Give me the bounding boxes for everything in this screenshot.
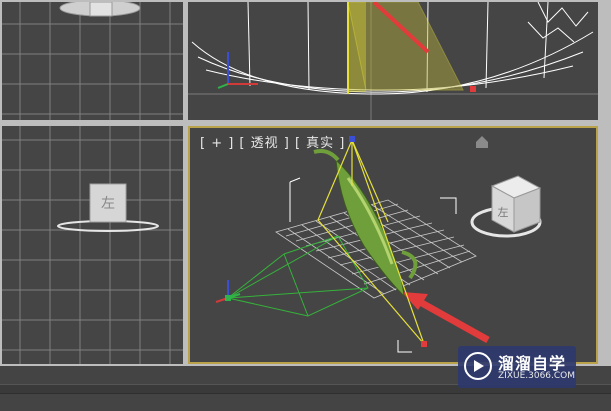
top-viewport-grid (2, 2, 183, 120)
perspective-viewport-scene: 左 (215, 136, 542, 353)
view-cube-left[interactable]: 左 (57, 183, 159, 232)
light-target-handle[interactable] (470, 86, 476, 92)
camera-frustum (227, 235, 369, 317)
front-viewport-scene (188, 2, 598, 120)
view-cube-persp[interactable]: 左 (470, 175, 542, 238)
light-target-handle-persp[interactable] (421, 341, 427, 347)
top-viewport[interactable] (2, 2, 183, 120)
play-logo-icon (464, 352, 492, 380)
selection-highlight (347, 2, 464, 94)
watermark: 溜溜自学 ZIXUE.3066.COM (458, 346, 576, 388)
viewport-label[interactable]: [ + ] [ 透视 ] [ 真实 ] (200, 132, 345, 151)
front-viewport[interactable] (188, 2, 598, 120)
left-viewport[interactable]: 左 (2, 126, 183, 364)
home-icon[interactable] (476, 136, 488, 148)
view-cube-top[interactable] (59, 2, 141, 17)
watermark-url: ZIXUE.3066.COM (498, 371, 576, 381)
axis-gizmo-front (217, 52, 258, 89)
view-cube-face-label: 左 (101, 196, 115, 212)
left-viewport-grid: 左 (2, 126, 183, 364)
viewport-layout: 左 左 [+] [透视] [真实] 溜溜自学 ZIXUE.3066.… (0, 0, 611, 411)
light-source-handle[interactable] (349, 136, 355, 142)
view-cube-face-label-persp: 左 (498, 206, 509, 219)
perspective-viewport[interactable]: 左 [ + ] [ 透视 ] [ 真实 ] (188, 126, 598, 364)
